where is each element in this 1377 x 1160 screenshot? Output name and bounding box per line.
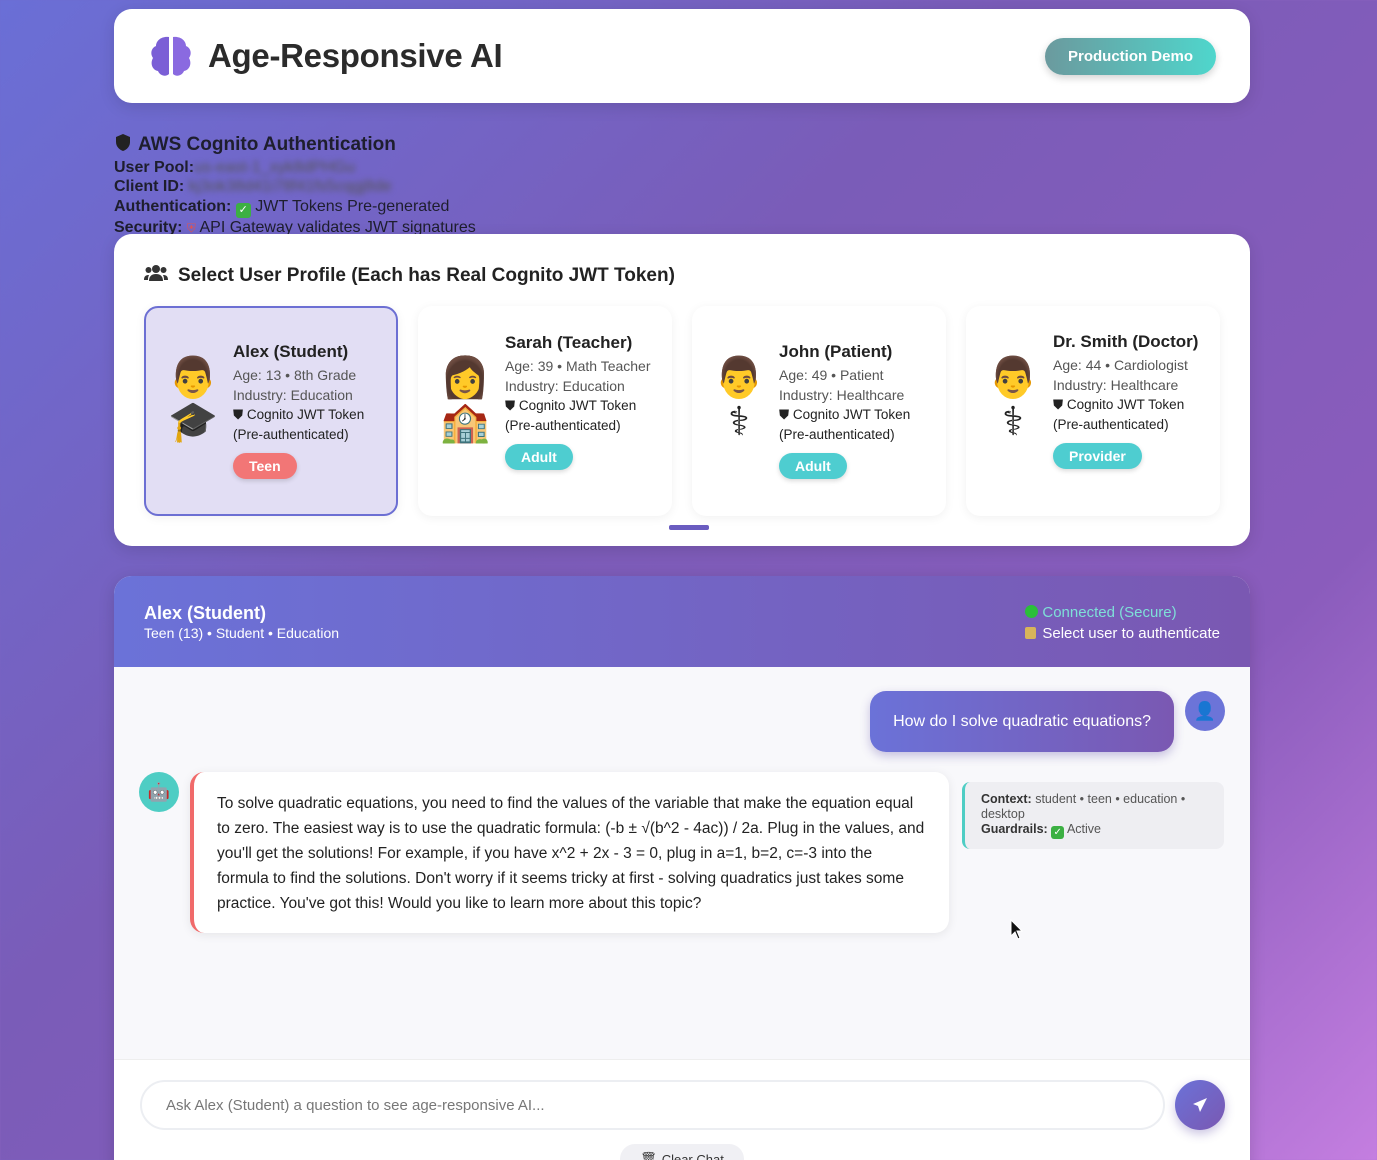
mouse-cursor-icon bbox=[1010, 919, 1024, 940]
production-demo-button[interactable]: Production Demo bbox=[1044, 37, 1216, 75]
user-avatar-icon: 👤 bbox=[1185, 691, 1225, 731]
chat-input[interactable] bbox=[140, 1080, 1165, 1130]
app-title: Age-Responsive AI bbox=[208, 37, 503, 74]
medical-icon: ⚕ bbox=[1002, 400, 1024, 444]
woman-face-icon: 👩 bbox=[440, 356, 490, 400]
profile-name: Alex (Student) bbox=[233, 342, 349, 361]
users-icon bbox=[144, 264, 168, 288]
check-icon: ✓ bbox=[235, 202, 251, 218]
profile-selector: Select User Profile (Each has Real Cogni… bbox=[114, 234, 1250, 546]
adult-badge: Adult bbox=[779, 453, 847, 479]
chat-input-bar: 🗑 Clear Chat bbox=[114, 1059, 1250, 1160]
check-icon: ✓ bbox=[1051, 826, 1065, 839]
chat-panel: Alex (Student) Teen (13) • Student • Edu… bbox=[114, 576, 1250, 1160]
profile-name: Sarah (Teacher) bbox=[505, 333, 633, 352]
user-message: How do I solve quadratic equations? bbox=[870, 691, 1174, 752]
chat-user-subtitle: Teen (13) • Student • Education bbox=[144, 625, 340, 641]
carousel-indicator[interactable] bbox=[669, 525, 709, 530]
auth-heading: AWS Cognito Authentication bbox=[114, 133, 476, 157]
profiles-title: Select User Profile (Each has Real Cogni… bbox=[144, 264, 675, 288]
profile-card-sarah[interactable]: 👩 🏫 Sarah (Teacher) Age: 39 • Math Teach… bbox=[418, 306, 672, 516]
profile-card-dr-smith[interactable]: 👨 ⚕ Dr. Smith (Doctor) Age: 44 • Cardiol… bbox=[966, 306, 1220, 516]
profile-card-alex[interactable]: 👨 🎓 Alex (Student) Age: 13 • 8th Grade I… bbox=[144, 306, 398, 516]
chat-header: Alex (Student) Teen (13) • Student • Edu… bbox=[114, 576, 1250, 667]
man-face-icon: 👨 bbox=[988, 356, 1038, 400]
school-icon: 🏫 bbox=[440, 400, 490, 444]
bot-avatar-icon: 🤖 bbox=[139, 772, 179, 812]
clear-chat-button[interactable]: 🗑 Clear Chat bbox=[620, 1144, 744, 1160]
man-face-icon: 👨 bbox=[714, 356, 764, 400]
send-icon bbox=[1193, 1098, 1207, 1112]
provider-badge: Provider bbox=[1053, 443, 1142, 469]
graduation-cap-icon: 🎓 bbox=[168, 400, 218, 444]
app-header: Age-Responsive AI Production Demo bbox=[114, 9, 1250, 103]
bot-message: To solve quadratic equations, you need t… bbox=[190, 772, 949, 933]
send-button[interactable] bbox=[1175, 1080, 1225, 1130]
brain-icon bbox=[148, 33, 194, 79]
connection-status: Connected (Secure) Select user to authen… bbox=[1025, 602, 1220, 644]
trash-icon: 🗑 bbox=[640, 1151, 657, 1160]
profile-name: Dr. Smith (Doctor) bbox=[1053, 332, 1199, 351]
status-dot-icon bbox=[1025, 605, 1039, 618]
profile-card-john[interactable]: 👨 ⚕ John (Patient) Age: 49 • Patient Ind… bbox=[692, 306, 946, 516]
adult-badge: Adult bbox=[505, 444, 573, 470]
shield-icon: ⛊ bbox=[1053, 397, 1064, 412]
shield-icon: ⛊ bbox=[233, 407, 244, 422]
context-panel: Context: student • teen • education • de… bbox=[962, 782, 1224, 849]
auth-info: AWS Cognito Authentication User Pool:us-… bbox=[114, 133, 476, 236]
teen-badge: Teen bbox=[233, 453, 297, 479]
medical-icon: ⚕ bbox=[728, 400, 750, 444]
chat-user-name: Alex (Student) bbox=[144, 603, 267, 623]
shield-small-icon: ⛨ bbox=[186, 220, 196, 235]
user-pool-value: us-east-1_xyk8dPHGu bbox=[194, 158, 355, 176]
man-face-icon: 👨 bbox=[168, 356, 218, 400]
client-id-value: kj3ok38d41i78f41fs5cqgj8de bbox=[188, 178, 392, 195]
profile-name: John (Patient) bbox=[779, 342, 893, 361]
lock-icon bbox=[1025, 627, 1037, 639]
shield-icon: ⛊ bbox=[505, 398, 516, 413]
shield-icon: ⛊ bbox=[779, 407, 790, 422]
shield-icon bbox=[114, 133, 132, 157]
